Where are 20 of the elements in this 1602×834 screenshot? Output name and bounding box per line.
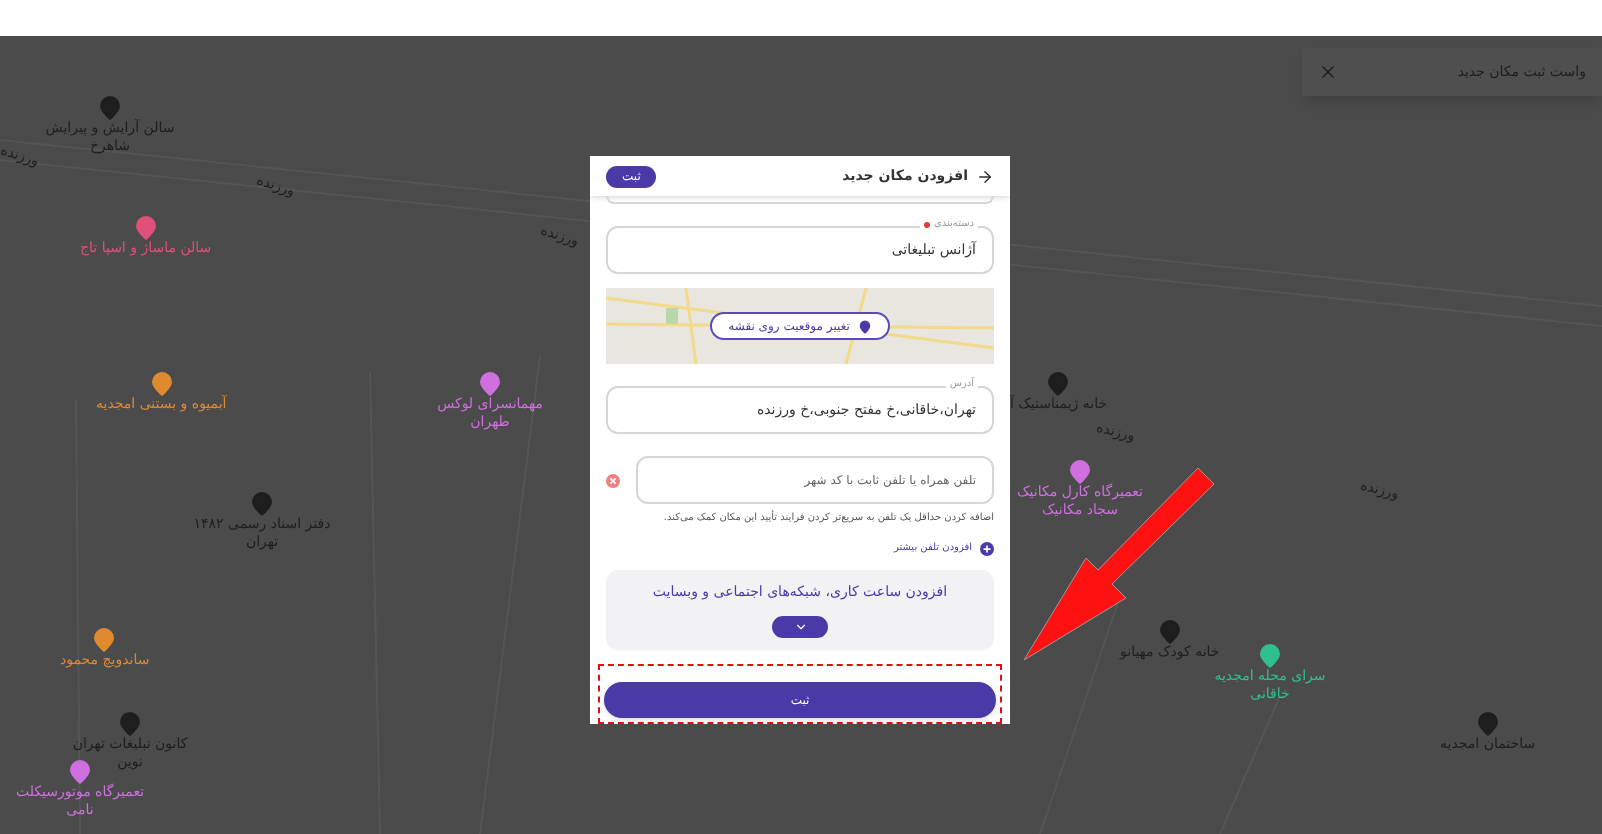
back-arrow-icon[interactable] — [976, 167, 994, 185]
map-pin-icon[interactable] — [135, 216, 156, 240]
map-pin-icon[interactable] — [94, 628, 115, 652]
map-pin-icon[interactable] — [100, 96, 120, 120]
map-pin-icon[interactable] — [252, 492, 272, 516]
location-pin-icon — [857, 319, 872, 333]
map-pin-icon[interactable] — [151, 372, 172, 396]
map-pin-icon[interactable] — [1159, 620, 1180, 644]
map-pin-icon[interactable] — [1477, 712, 1498, 736]
close-icon[interactable] — [1318, 62, 1338, 82]
map-pin-icon[interactable] — [480, 372, 500, 396]
map-pin-icon[interactable] — [1048, 372, 1069, 396]
map-pin-icon[interactable] — [120, 712, 140, 736]
add-icon[interactable] — [980, 541, 994, 556]
chevron-down-icon — [793, 619, 807, 633]
remove-icon[interactable] — [606, 473, 620, 487]
map-pin-icon[interactable] — [1070, 460, 1090, 484]
expand-button[interactable] — [772, 615, 828, 637]
map-pin-icon[interactable] — [1260, 644, 1280, 668]
map-pin-icon[interactable] — [70, 760, 90, 784]
